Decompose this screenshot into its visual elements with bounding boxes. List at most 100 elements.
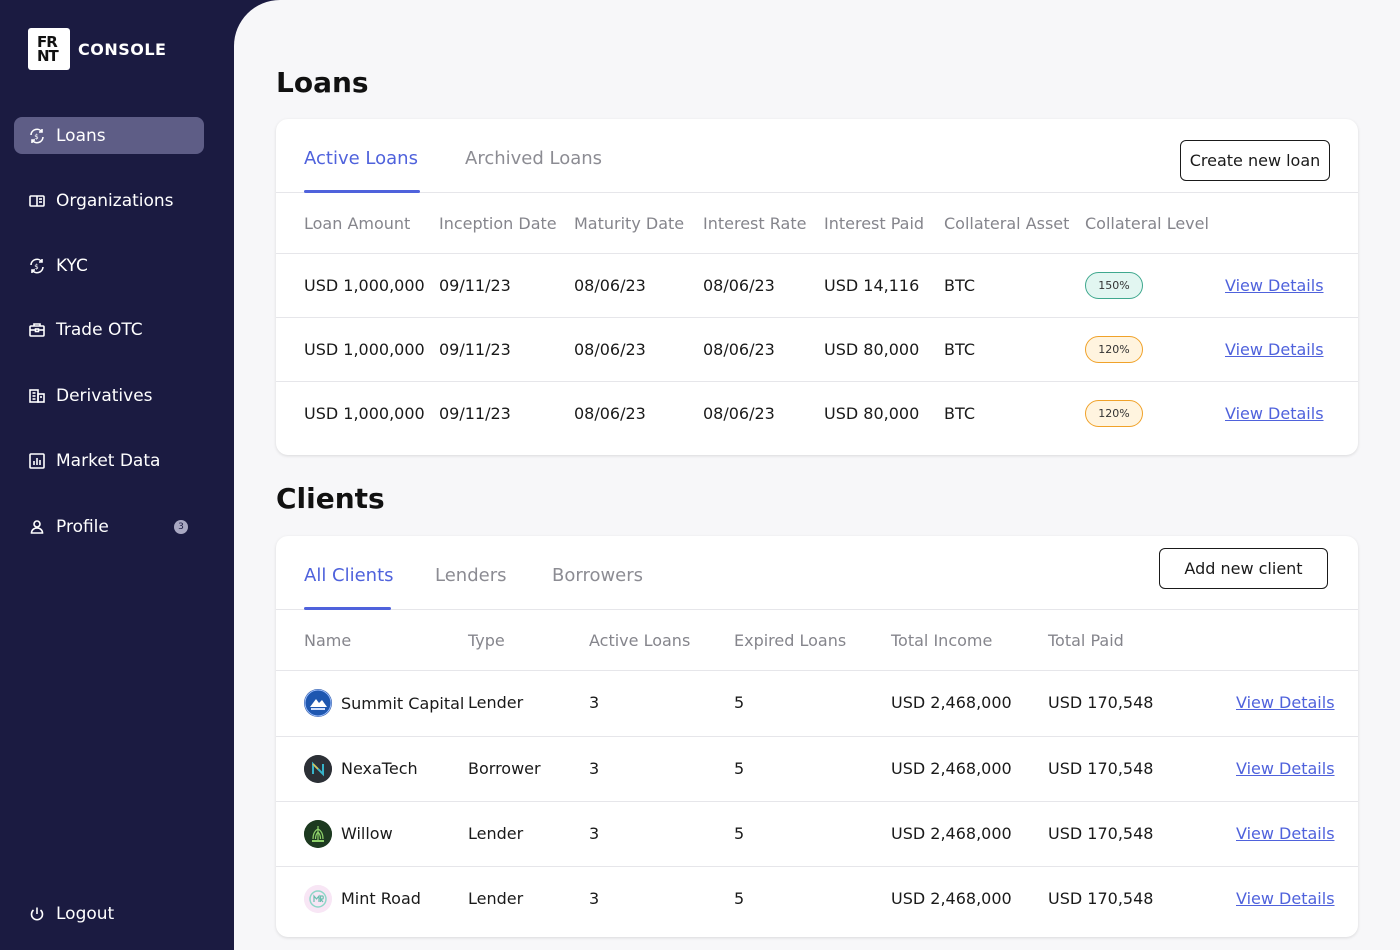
summit-logo-icon (304, 689, 332, 717)
brand-title: CONSOLE (78, 39, 167, 59)
total-paid: USD 170,548 (1048, 759, 1154, 778)
total-paid: USD 170,548 (1048, 693, 1154, 712)
svg-text:$: $ (34, 263, 38, 271)
sidebar-item-profile[interactable]: Profile 3 (14, 508, 204, 545)
column-header: Maturity Date (574, 214, 685, 233)
willow-logo-icon (304, 820, 332, 848)
tab-all-clients[interactable]: All Clients (304, 565, 394, 586)
expired-loans: 5 (734, 824, 745, 843)
column-header: Type (468, 631, 505, 650)
inception-date: 09/11/23 (439, 404, 511, 423)
clients-tabs: All Clients Lenders Borrowers Add new cl… (276, 536, 1358, 610)
sidebar-item-kyc[interactable]: $ KYC (14, 247, 204, 284)
column-header: Inception Date (439, 214, 557, 233)
column-header: Collateral Level (1085, 214, 1209, 233)
loan-amount: USD 1,000,000 (304, 404, 425, 423)
sidebar-item-market-data[interactable]: Market Data (14, 442, 204, 479)
sidebar-item-loans[interactable]: $ Loans (14, 117, 204, 154)
view-details-link[interactable]: View Details (1225, 340, 1324, 359)
brand[interactable]: FR NT CONSOLE (28, 28, 166, 70)
bar-chart-icon (28, 452, 46, 470)
collateral-asset: BTC (944, 404, 975, 423)
tab-borrowers[interactable]: Borrowers (552, 565, 643, 586)
client-type: Lender (468, 889, 524, 908)
client-name: NexaTech (341, 759, 418, 778)
active-loans: 3 (589, 759, 600, 778)
table-row: USD 1,000,000 09/11/23 08/06/23 08/06/23… (276, 253, 1358, 317)
loan-cycle-icon: $ (28, 127, 46, 145)
sidebar-item-trade-otc[interactable]: Trade OTC (14, 311, 204, 348)
loans-card: Active Loans Archived Loans Create new l… (276, 119, 1358, 455)
inception-date: 09/11/23 (439, 340, 511, 359)
power-icon (28, 905, 46, 923)
maturity-date: 08/06/23 (574, 340, 646, 359)
loan-amount: USD 1,000,000 (304, 340, 425, 359)
table-row: USD 1,000,000 09/11/23 08/06/23 08/06/23… (276, 381, 1358, 445)
interest-paid: USD 14,116 (824, 276, 920, 295)
add-client-button[interactable]: Add new client (1159, 548, 1328, 589)
active-tab-indicator (304, 190, 420, 193)
view-details-link[interactable]: View Details (1236, 693, 1335, 712)
logout-label: Logout (56, 903, 115, 924)
view-details-link[interactable]: View Details (1225, 276, 1324, 295)
tab-archived-loans[interactable]: Archived Loans (465, 148, 602, 169)
maturity-date: 08/06/23 (574, 404, 646, 423)
sidebar-item-label: Organizations (56, 190, 174, 211)
total-paid: USD 170,548 (1048, 824, 1154, 843)
kyc-cycle-icon: $ (28, 257, 46, 275)
organization-icon (28, 192, 46, 210)
sidebar-item-label: Derivatives (56, 385, 153, 406)
column-header: Interest Paid (824, 214, 925, 233)
collateral-level-badge: 120% (1085, 336, 1143, 363)
collateral-asset: BTC (944, 340, 975, 359)
nexatech-logo-icon (304, 755, 332, 783)
client-type: Borrower (468, 759, 541, 778)
sidebar-item-derivatives[interactable]: Derivatives (14, 377, 204, 414)
clients-title: Clients (276, 482, 385, 515)
loans-tabs: Active Loans Archived Loans Create new l… (276, 119, 1358, 193)
total-paid: USD 170,548 (1048, 889, 1154, 908)
interest-rate: 08/06/23 (703, 276, 775, 295)
sidebar-item-label: Profile (56, 516, 109, 537)
column-header: Name (304, 631, 352, 650)
total-income: USD 2,468,000 (891, 889, 1012, 908)
column-header: Interest Rate (703, 214, 807, 233)
sidebar-item-organizations[interactable]: Organizations (14, 182, 204, 219)
view-details-link[interactable]: View Details (1225, 404, 1324, 423)
frnt-logo: FR NT (28, 28, 70, 70)
collateral-level-badge: 150% (1085, 272, 1143, 299)
table-row: Willow Lender 3 5 USD 2,468,000 USD 170,… (276, 801, 1358, 866)
sidebar-item-label: Market Data (56, 450, 161, 471)
expired-loans: 5 (734, 693, 745, 712)
logout-button[interactable]: Logout (14, 895, 204, 932)
inception-date: 09/11/23 (439, 276, 511, 295)
tab-active-loans[interactable]: Active Loans (304, 148, 418, 169)
view-details-link[interactable]: View Details (1236, 889, 1335, 908)
client-type: Lender (468, 824, 524, 843)
expired-loans: 5 (734, 889, 745, 908)
svg-text:$: $ (34, 133, 38, 141)
active-loans: 3 (589, 889, 600, 908)
view-details-link[interactable]: View Details (1236, 759, 1335, 778)
notification-badge: 3 (174, 520, 188, 534)
collateral-asset: BTC (944, 276, 975, 295)
create-loan-button[interactable]: Create new loan (1180, 140, 1330, 181)
tab-lenders[interactable]: Lenders (435, 565, 506, 586)
table-row: USD 1,000,000 09/11/23 08/06/23 08/06/23… (276, 317, 1358, 381)
logo-line-2: NT (37, 47, 59, 65)
column-header: Loan Amount (304, 214, 411, 233)
loans-title: Loans (276, 66, 369, 99)
active-loans: 3 (589, 693, 600, 712)
column-header: Total Income (891, 631, 993, 650)
table-row: Mint Road Lender 3 5 USD 2,468,000 USD 1… (276, 866, 1358, 931)
table-row: NexaTech Borrower 3 5 USD 2,468,000 USD … (276, 736, 1358, 801)
active-tab-indicator (304, 607, 391, 610)
table-row: Summit Capital Lender 3 5 USD 2,468,000 … (276, 670, 1358, 736)
view-details-link[interactable]: View Details (1236, 824, 1335, 843)
briefcase-icon (28, 321, 46, 339)
total-income: USD 2,468,000 (891, 759, 1012, 778)
building-icon (28, 387, 46, 405)
sidebar-item-label: Loans (56, 125, 106, 146)
collateral-level-badge: 120% (1085, 400, 1143, 427)
interest-rate: 08/06/23 (703, 404, 775, 423)
